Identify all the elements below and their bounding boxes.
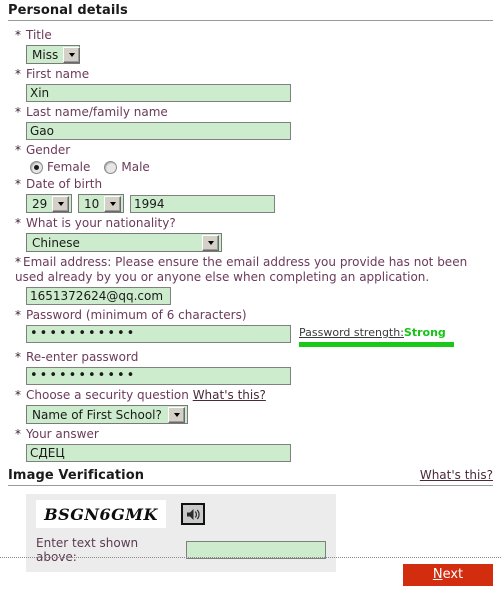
- email-input[interactable]: [26, 287, 171, 305]
- dob-field-row: 29 10: [8, 194, 493, 213]
- required-asterisk: *: [15, 28, 21, 42]
- form-footer: Next: [0, 557, 501, 586]
- password-confirm-input[interactable]: [26, 367, 291, 385]
- password-field-row: Password strength:Strong: [8, 325, 493, 347]
- required-asterisk: *: [15, 177, 21, 191]
- email-label-text: Email address: Please ensure the email a…: [15, 255, 468, 284]
- nationality-select[interactable]: Chinese: [26, 233, 222, 252]
- nationality-select-value: Chinese: [32, 235, 80, 250]
- title-select[interactable]: Miss: [26, 45, 81, 64]
- nationality-label: * What is your nationality?: [8, 216, 493, 231]
- security-question-field-row: Name of First School?: [8, 405, 493, 424]
- next-button[interactable]: Next: [403, 564, 493, 586]
- image-verification-whats-this-link[interactable]: What's this?: [420, 468, 493, 482]
- chevron-down-icon: [168, 406, 185, 423]
- gender-label-text: Gender: [26, 143, 71, 157]
- security-answer-input[interactable]: [26, 444, 291, 462]
- dob-month-select[interactable]: 10: [78, 194, 124, 213]
- speaker-icon[interactable]: [181, 503, 205, 525]
- required-asterisk: *: [15, 308, 21, 322]
- password-confirm-label: * Re-enter password: [8, 350, 493, 365]
- security-question-label: * Choose a security question What's this…: [8, 388, 493, 403]
- title-label-text: Title: [26, 28, 52, 42]
- first-name-field-row: [8, 84, 493, 102]
- dob-label-text: Date of birth: [26, 177, 103, 191]
- footer-actions: Next: [0, 564, 501, 586]
- nationality-field-row: Chinese: [8, 233, 493, 252]
- gender-radio-female-label[interactable]: Female: [47, 160, 90, 174]
- gender-radio-male[interactable]: [104, 160, 118, 174]
- image-verification-header-row: Image Verification What's this?: [8, 465, 493, 485]
- dob-month-value: 10: [84, 196, 100, 211]
- required-asterisk: *: [15, 105, 21, 119]
- required-asterisk: *: [15, 350, 21, 364]
- password-strength-text: Password strength:Strong: [299, 326, 454, 339]
- required-asterisk: *: [15, 67, 21, 81]
- last-name-label: * Last name/family name: [8, 105, 493, 120]
- email-field-row: [8, 287, 493, 305]
- security-question-label-text: Choose a security question: [26, 388, 189, 402]
- required-asterisk: *: [15, 388, 21, 402]
- password-input[interactable]: [26, 325, 291, 343]
- gender-radio-group: Female Male: [8, 160, 493, 174]
- chevron-down-icon: [63, 46, 81, 63]
- password-strength-indicator: Password strength:Strong: [299, 325, 454, 347]
- required-asterisk: *: [15, 216, 21, 230]
- next-button-accesskey: N: [432, 567, 443, 582]
- dob-day-value: 29: [32, 196, 48, 211]
- security-answer-field-row: [8, 444, 493, 462]
- security-answer-label: * Your answer: [8, 427, 493, 442]
- image-verification-divider: [8, 485, 493, 486]
- dob-day-select[interactable]: 29: [26, 194, 72, 213]
- first-name-input[interactable]: [26, 84, 291, 102]
- gender-label: * Gender: [8, 143, 493, 158]
- dob-year-input[interactable]: [130, 194, 275, 213]
- security-question-whats-this-link[interactable]: What's this?: [193, 388, 266, 402]
- password-label-text: Password (minimum of 6 characters): [26, 308, 247, 322]
- last-name-label-text: Last name/family name: [26, 105, 168, 119]
- email-label: * Email address: Please ensure the email …: [8, 255, 493, 285]
- gender-radio-female[interactable]: [30, 160, 43, 174]
- captcha-image: BSGN6GMK: [36, 500, 166, 528]
- security-answer-label-text: Your answer: [26, 427, 99, 441]
- image-verification-heading: Image Verification: [8, 468, 145, 483]
- dob-label: * Date of birth: [8, 177, 493, 192]
- security-question-select-value: Name of First School?: [32, 407, 162, 422]
- chevron-down-icon: [104, 195, 122, 212]
- password-strength-label: Password strength:: [299, 326, 404, 339]
- security-question-select[interactable]: Name of First School?: [26, 405, 188, 424]
- title-label: * Title: [8, 28, 493, 43]
- password-label: * Password (minimum of 6 characters): [8, 308, 493, 323]
- next-button-label: ext: [442, 567, 464, 582]
- required-asterisk: *: [15, 255, 21, 269]
- password-strength-bar: [299, 342, 454, 347]
- title-select-value: Miss: [32, 47, 59, 62]
- chevron-down-icon: [52, 195, 70, 212]
- chevron-down-icon: [202, 234, 219, 251]
- first-name-label: * First name: [8, 67, 493, 82]
- required-asterisk: *: [15, 427, 21, 441]
- password-strength-value: Strong: [403, 326, 446, 339]
- required-asterisk: *: [15, 143, 21, 157]
- heading-divider: [8, 20, 493, 21]
- last-name-input[interactable]: [26, 122, 291, 140]
- password-confirm-label-text: Re-enter password: [26, 350, 139, 364]
- last-name-field-row: [8, 122, 493, 140]
- password-confirm-field-row: [8, 367, 493, 385]
- first-name-label-text: First name: [26, 67, 90, 81]
- registration-form: Personal details * Title Miss * First na…: [0, 0, 501, 572]
- nationality-label-text: What is your nationality?: [26, 216, 176, 230]
- title-field-row: Miss: [8, 45, 493, 64]
- captcha-row: BSGN6GMK: [36, 500, 326, 528]
- gender-radio-male-label[interactable]: Male: [121, 160, 149, 174]
- personal-details-heading: Personal details: [8, 3, 128, 18]
- footer-divider: [0, 557, 501, 558]
